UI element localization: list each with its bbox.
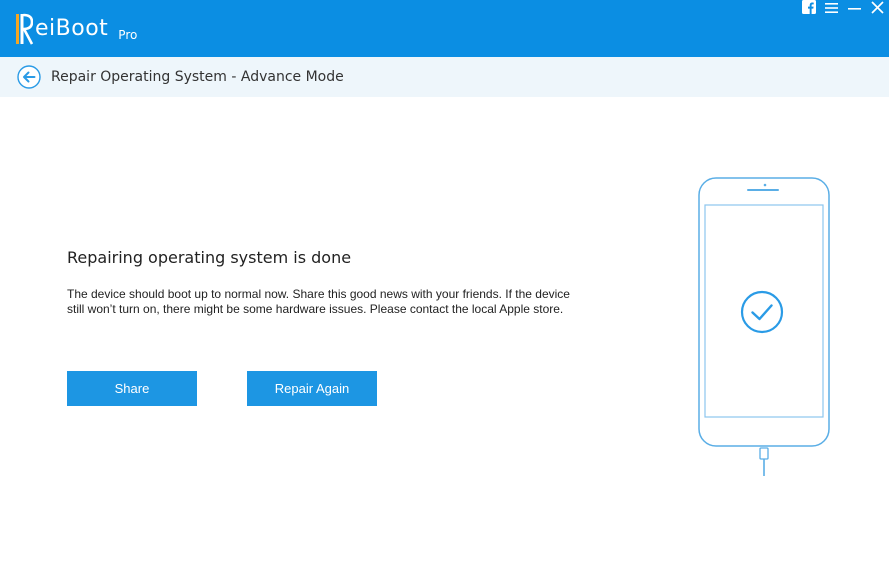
title-bar: eiBoot Pro <box>0 0 889 57</box>
back-arrow-icon <box>17 65 41 93</box>
share-button[interactable]: Share <box>67 371 197 406</box>
page-title: Repair Operating System - Advance Mode <box>51 69 344 85</box>
reiboot-logo-icon <box>15 12 34 46</box>
checkmark-circle-icon <box>740 290 784 334</box>
phone-illustration <box>697 176 831 478</box>
reiboot-window: eiBoot Pro Repair Operating System - Adv… <box>0 0 889 569</box>
back-button[interactable] <box>17 65 41 89</box>
result-description: The device should boot up to normal now.… <box>67 287 570 316</box>
close-icon <box>871 0 884 18</box>
minimize-icon <box>848 0 861 18</box>
app-edition: Pro <box>118 28 138 42</box>
repair-again-button[interactable]: Repair Again <box>247 371 377 406</box>
facebook-button[interactable] <box>797 0 820 16</box>
result-title: Repairing operating system is done <box>67 248 352 267</box>
app-name: eiBoot <box>35 16 109 41</box>
close-button[interactable] <box>866 0 889 16</box>
window-controls <box>797 0 889 16</box>
phone-icon <box>697 177 831 482</box>
facebook-icon <box>801 0 816 18</box>
menu-button[interactable] <box>820 0 843 16</box>
app-logo: eiBoot Pro <box>15 6 137 46</box>
page-header: Repair Operating System - Advance Mode <box>0 57 889 97</box>
menu-icon <box>825 0 838 18</box>
minimize-button[interactable] <box>843 0 866 16</box>
